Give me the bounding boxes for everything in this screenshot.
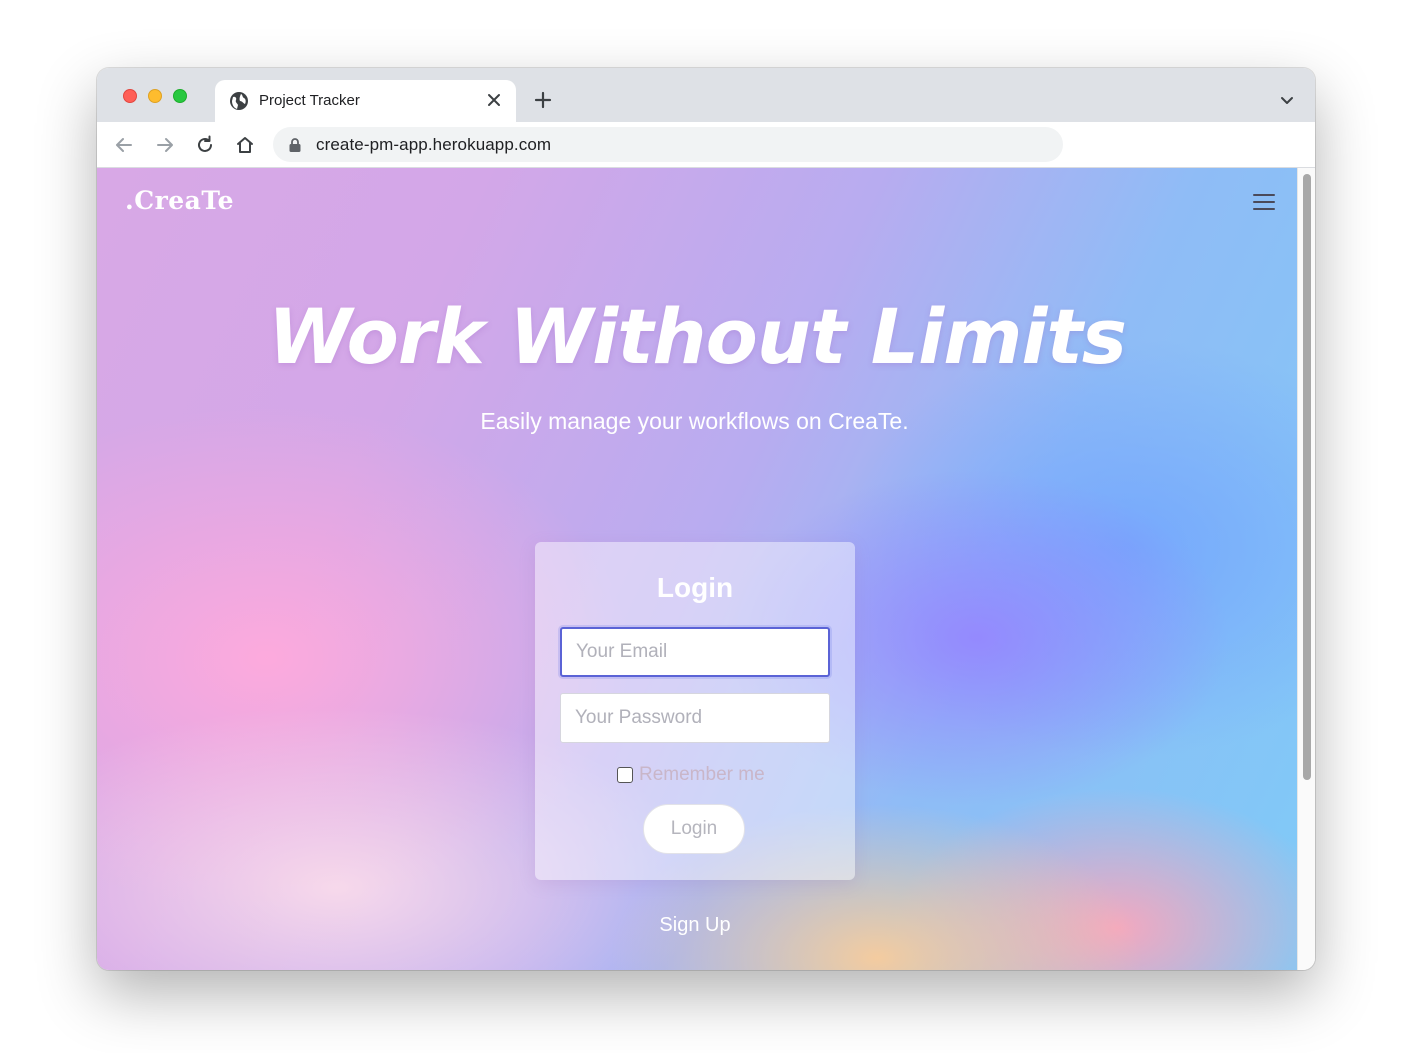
back-arrow-icon[interactable] (113, 134, 135, 156)
login-title: Login (656, 572, 734, 603)
hero-title: Work Without Limits (267, 292, 1127, 381)
scrollbar-thumb[interactable] (1303, 174, 1311, 780)
hero-subtitle: Easily manage your workflows on CreaTe. (480, 408, 909, 434)
url-text[interactable]: create-pm-app.herokuapp.com (316, 135, 551, 155)
forward-arrow-icon[interactable] (154, 134, 176, 156)
globe-icon (230, 92, 248, 110)
email-field[interactable] (560, 627, 830, 677)
tab-project-tracker[interactable]: Project Tracker (215, 80, 516, 122)
remember-me-row[interactable]: Remember me (617, 764, 765, 786)
tab-strip: Project Tracker (97, 68, 1315, 122)
close-window-button[interactable] (123, 89, 137, 103)
page-content: .CreaTe Work Without Limits Easily manag… (97, 168, 1297, 970)
vertical-scrollbar[interactable] (1297, 168, 1315, 970)
browser-window: Project Tracker create-pm-app.herokuapp.… (97, 68, 1315, 970)
hamburger-menu-icon[interactable] (1253, 194, 1275, 210)
reload-icon[interactable] (194, 134, 216, 156)
brand-logo[interactable]: .CreaTe (125, 186, 234, 215)
minimize-window-button[interactable] (148, 89, 162, 103)
login-button[interactable]: Login (643, 804, 745, 854)
browser-toolbar: create-pm-app.herokuapp.com (97, 122, 1315, 168)
tab-title: Project Tracker (259, 92, 360, 109)
remember-me-label[interactable]: Remember me (639, 764, 765, 786)
sign-up-link[interactable]: Sign Up (97, 914, 1293, 937)
login-card: Login Remember me Login (535, 542, 855, 880)
chevron-down-icon[interactable] (1279, 92, 1295, 108)
zoom-window-button[interactable] (173, 89, 187, 103)
close-icon[interactable] (484, 90, 504, 110)
lock-icon[interactable] (288, 137, 302, 153)
password-field[interactable] (560, 693, 830, 743)
plus-icon[interactable] (533, 90, 553, 110)
remember-me-checkbox[interactable] (617, 767, 633, 783)
address-bar[interactable]: create-pm-app.herokuapp.com (273, 127, 1063, 162)
home-icon[interactable] (234, 134, 256, 156)
